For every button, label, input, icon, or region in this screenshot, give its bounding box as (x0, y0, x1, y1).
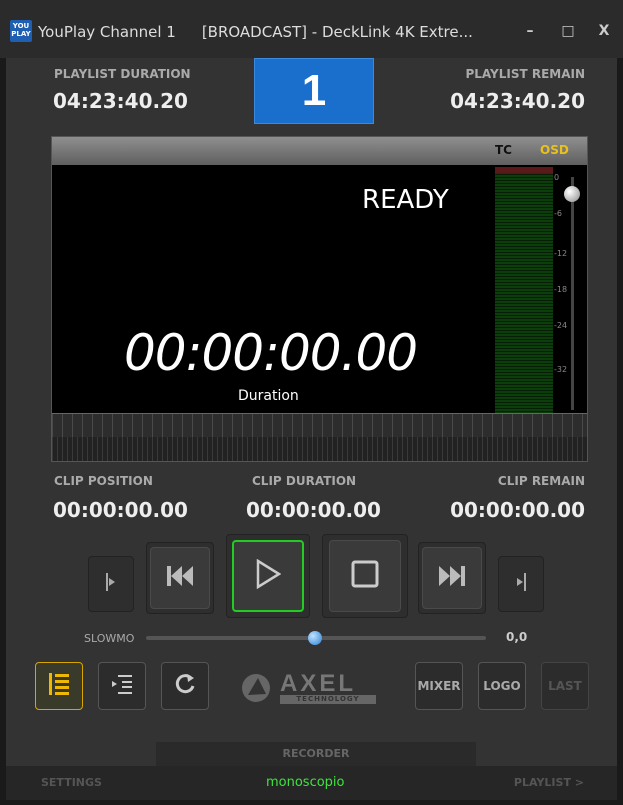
window-title-device: [BROADCAST] - DeckLink 4K Extre... (201, 23, 473, 41)
logo-button[interactable]: LOGO (478, 662, 526, 710)
db-tick: -12 (554, 249, 568, 258)
axel-logo-text: AXEL (280, 670, 357, 697)
loop-icon (173, 672, 197, 701)
play-button[interactable] (226, 534, 310, 618)
stop-button-face (329, 540, 401, 612)
clip-remain-value: 00:00:00.00 (450, 498, 585, 522)
slowmo-label: SLOWMO (84, 632, 135, 645)
play-icon (255, 558, 282, 594)
timeline-ruler-fine[interactable] (52, 437, 587, 461)
clip-position-label: CLIP POSITION (54, 474, 153, 488)
timecode-label: Duration (238, 388, 299, 404)
mixer-button[interactable]: MIXER (415, 662, 463, 710)
recorder-tab[interactable]: RECORDER (156, 742, 476, 766)
current-item-name: monoscopio (266, 775, 345, 790)
mark-out-icon (514, 571, 528, 598)
timeline-ruler[interactable] (52, 413, 587, 438)
tc-toggle[interactable]: TC (495, 143, 512, 157)
app-icon: YOU PLAY (10, 20, 32, 42)
maximize-button[interactable]: □ (557, 20, 579, 42)
last-button[interactable]: LAST (541, 662, 589, 710)
volume-fader-knob[interactable] (564, 186, 580, 202)
stop-icon (350, 559, 380, 594)
clip-remain-label: CLIP REMAIN (497, 474, 585, 488)
indent-icon (110, 673, 134, 700)
db-tick: -6 (554, 209, 562, 218)
timecode-display: 00:00:00.00 (124, 324, 418, 382)
loop-button[interactable] (161, 662, 209, 710)
close-button[interactable]: X (593, 20, 615, 42)
window-title-channel: YouPlay Channel 1 (38, 23, 176, 41)
next-icon (437, 564, 467, 593)
previous-button-face (150, 547, 210, 609)
osd-toggle[interactable]: OSD (540, 143, 569, 157)
settings-link[interactable]: SETTINGS (41, 776, 102, 789)
previous-button[interactable] (146, 542, 214, 614)
axel-logo: AXEL TECHNOLOGY (236, 668, 386, 708)
title-bar[interactable]: YOU PLAY YouPlay Channel 1 [BROADCAST] - … (0, 0, 623, 58)
db-tick: -18 (554, 285, 568, 294)
play-button-face (232, 540, 304, 612)
audio-meter-peak (495, 167, 553, 173)
volume-fader-track[interactable] (571, 177, 574, 410)
preview-monitor: TC OSD READY 00:00:00.00 Duration 0 -6 -… (51, 136, 588, 462)
db-tick: -32 (554, 365, 568, 374)
player-panel: PLAYLIST DURATION 04:23:40.20 1 PLAYLIST… (6, 58, 617, 800)
slowmo-value: 0,0 (506, 630, 528, 644)
playlist-remain-value: 04:23:40.20 (450, 89, 585, 113)
db-tick: 0 (554, 173, 560, 182)
slowmo-slider-knob[interactable] (308, 631, 322, 645)
previous-icon (165, 564, 195, 593)
mark-in-button[interactable] (88, 556, 134, 612)
window-title: YouPlay Channel 1 [BROADCAST] - DeckLink … (38, 23, 473, 41)
mark-in-icon (104, 571, 118, 598)
playlist-duration-value: 04:23:40.20 (53, 89, 188, 113)
indent-button[interactable] (98, 662, 146, 710)
clip-duration-value: 00:00:00.00 (246, 498, 381, 522)
playlist-remain-label: PLAYLIST REMAIN (465, 67, 585, 81)
footer-bar: SETTINGS monoscopio PLAYLIST > (6, 766, 617, 800)
status-text: READY (362, 185, 449, 215)
mark-out-button[interactable] (498, 556, 544, 612)
playlist-duration-label: PLAYLIST DURATION (54, 67, 191, 81)
monitor-header: TC OSD (52, 137, 587, 165)
next-button[interactable] (418, 542, 486, 614)
audio-meter (495, 167, 553, 414)
next-button-face (422, 547, 482, 609)
minimize-button[interactable]: – (519, 20, 541, 42)
clip-position-value: 00:00:00.00 (53, 498, 188, 522)
playlist-link[interactable]: PLAYLIST > (514, 776, 584, 789)
axel-logo-subtext: TECHNOLOGY (280, 695, 376, 704)
clip-duration-label: CLIP DURATION (252, 474, 357, 488)
list-numbered-icon (47, 671, 71, 702)
stop-button[interactable] (322, 534, 408, 618)
channel-number: 1 (254, 58, 374, 124)
playlist-mode-button[interactable] (35, 662, 83, 710)
db-tick: -24 (554, 321, 568, 330)
